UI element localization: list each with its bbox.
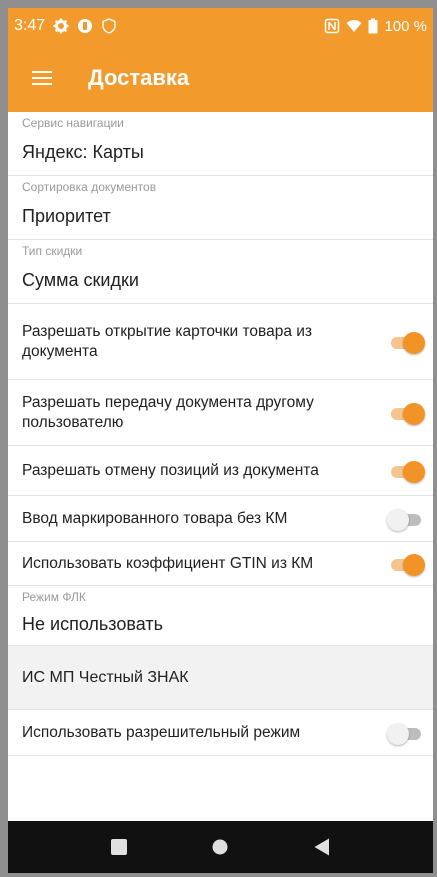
switch-label: Использовать коэффициент GTIN из КМ (22, 554, 314, 572)
system-nav-bar (8, 821, 433, 873)
triangle-back-icon (314, 838, 330, 856)
setting-value: Не использовать (22, 614, 163, 634)
section-header-chestny-znak: ИС МП Честный ЗНАК (8, 646, 433, 710)
home-button[interactable] (200, 827, 240, 867)
hamburger-menu-icon (32, 71, 52, 85)
circle-home-icon (212, 839, 228, 855)
setting-caption: Сортировка документов (22, 180, 157, 194)
app-bar: Доставка (8, 44, 433, 112)
switch-row-open-card[interactable]: Разрешать открытие карточки товара из до… (8, 304, 433, 380)
setting-value: Яндекс: Карты (22, 142, 144, 162)
setting-caption: Режим ФЛК (22, 590, 86, 604)
setting-caption: Тип скидки (22, 244, 83, 258)
gtin-coef-toggle[interactable] (387, 551, 425, 577)
switch-row-cancel-items[interactable]: Разрешать отмену позиций из документа (8, 446, 433, 496)
switch-row-marked-without-km[interactable]: Ввод маркированного товара без КМ (8, 496, 433, 542)
battery-icon (368, 18, 378, 34)
shield-icon (102, 18, 116, 34)
page-title: Доставка (88, 65, 190, 90)
marked-without-km-toggle[interactable] (387, 506, 425, 532)
back-button[interactable] (302, 827, 342, 867)
discount-type-setting[interactable]: Тип скидки Сумма скидки (8, 240, 433, 304)
nav-service-setting[interactable]: Сервис навигации Яндекс: Карты (8, 112, 433, 176)
cancel-items-toggle[interactable] (387, 458, 425, 484)
status-time: 3:47 (14, 17, 46, 34)
switch-row-permissive-mode[interactable]: Использовать разрешительный режим (8, 710, 433, 756)
doc-sorting-setting[interactable]: Сортировка документов Приоритет (8, 176, 433, 240)
setting-caption: Сервис навигации (22, 116, 124, 130)
permissive-mode-toggle[interactable] (387, 720, 425, 746)
square-recents-icon (110, 839, 127, 855)
wifi-icon (346, 20, 362, 32)
setting-value: Приоритет (22, 206, 111, 226)
app-notification-icon (78, 19, 93, 33)
switch-label: Ввод маркированного товара без КМ (22, 509, 288, 527)
setting-value: Сумма скидки (22, 270, 139, 290)
battery-percent: 100 % (384, 17, 427, 35)
transfer-doc-toggle[interactable] (387, 400, 425, 426)
switch-label: Разрешать отмену позиций из документа (22, 461, 319, 479)
switch-label: Разрешать передачу документа другому пол… (22, 393, 314, 431)
switch-row-gtin-coef[interactable]: Использовать коэффициент GTIN из КМ (8, 542, 433, 586)
device-frame: 3:47 100 % Доставка Сервис навигации Янд… (0, 0, 437, 877)
menu-button[interactable] (14, 50, 70, 106)
gear-icon (53, 18, 69, 34)
open-card-toggle[interactable] (387, 329, 425, 355)
switch-label: Использовать разрешительный режим (22, 723, 301, 741)
status-bar: 3:47 100 % (8, 8, 433, 44)
recents-button[interactable] (99, 827, 139, 867)
switch-row-transfer-doc[interactable]: Разрешать передачу документа другому пол… (8, 380, 433, 446)
settings-list: Сервис навигации Яндекс: Карты Сортировк… (8, 112, 433, 756)
switch-label: Разрешать открытие карточки товара из до… (22, 322, 313, 360)
nfc-icon (325, 18, 340, 34)
flk-mode-setting[interactable]: Режим ФЛК Не использовать (8, 586, 433, 646)
screen: 3:47 100 % Доставка Сервис навигации Янд… (8, 8, 433, 873)
